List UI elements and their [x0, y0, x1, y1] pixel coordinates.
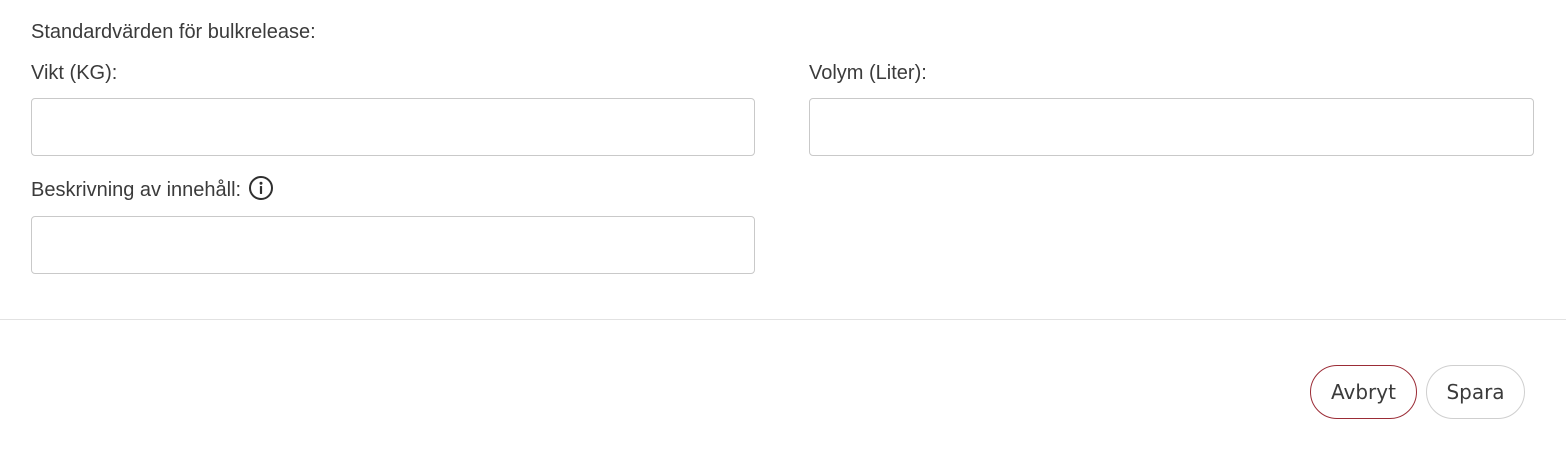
volume-label-text: Volym (Liter):: [809, 62, 927, 84]
volume-label: Volym (Liter):: [809, 61, 927, 85]
footer-divider: [0, 319, 1566, 320]
weight-label-text: Vikt (KG):: [31, 62, 118, 84]
section-title: Standardvärden för bulkrelease:: [31, 21, 316, 43]
weight-label: Vikt (KG):: [31, 61, 117, 85]
info-icon[interactable]: [248, 175, 274, 201]
description-input[interactable]: [31, 216, 755, 274]
description-label-text: Beskrivning av innehåll:: [31, 179, 242, 201]
volume-input[interactable]: [809, 98, 1534, 156]
weight-input[interactable]: [31, 98, 755, 156]
bulk-release-defaults-form: Standardvärden för bulkrelease: Vikt (KG…: [0, 0, 1566, 452]
save-button[interactable]: Spara: [1426, 365, 1525, 419]
cancel-button[interactable]: Avbryt: [1310, 365, 1417, 419]
description-label: Beskrivning av innehåll:: [31, 175, 274, 202]
